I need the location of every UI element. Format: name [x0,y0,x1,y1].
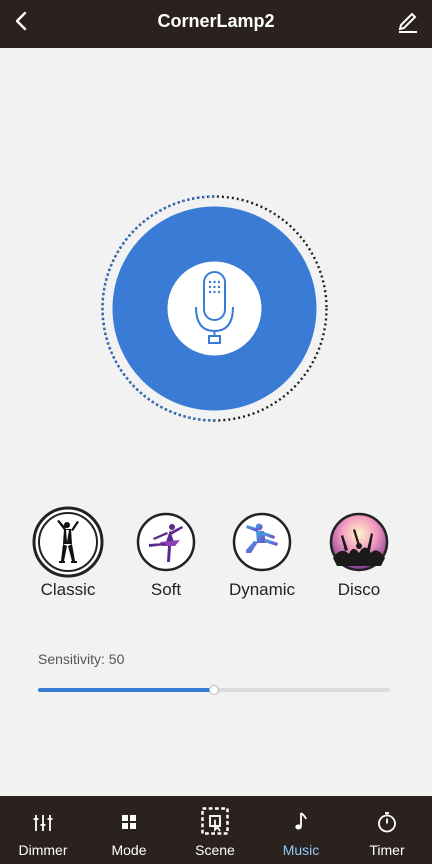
bottom-tab-bar: Dimmer Mode Scene Music Timer [0,796,432,864]
tab-timer-label: Timer [369,842,405,858]
page-title: CornerLamp2 [157,11,275,31]
grid-icon [122,815,136,829]
mode-soft-label: Soft [150,580,182,599]
slider-fill [38,688,214,692]
sensitivity-slider[interactable] [38,682,390,698]
mode-disco-label: Disco [337,580,381,599]
stopwatch-icon [378,812,396,833]
scene-select-icon [201,807,229,835]
mode-classic-label: Classic [40,580,96,599]
tab-music-label: Music [282,842,320,858]
sensitivity-label: Sensitivity: 50 [38,651,125,667]
mode-classic[interactable]: Classic [23,506,113,600]
music-mode-selector: Classic Soft Dynamic Disco [0,506,432,606]
ballerina-icon [136,512,196,572]
top-bar: CornerLamp2 [0,0,432,48]
dancer-classic-icon [32,506,104,578]
disco-crowd-icon [329,512,389,572]
tab-music[interactable]: Music [258,796,344,864]
mode-dynamic-label: Dynamic [228,580,296,599]
microphone-record-button[interactable] [100,194,329,423]
edit-button[interactable] [396,8,420,34]
tab-scene[interactable]: Scene [172,796,258,864]
tab-dimmer[interactable]: Dimmer [0,796,86,864]
mode-soft[interactable]: Soft [121,506,211,600]
mode-disco[interactable]: Disco [314,506,404,600]
tab-dimmer-label: Dimmer [18,842,68,858]
mode-dynamic[interactable]: Dynamic [217,506,307,600]
tab-mode[interactable]: Mode [86,796,172,864]
tab-timer[interactable]: Timer [344,796,430,864]
tab-scene-label: Scene [195,842,235,858]
slider-thumb[interactable] [209,685,219,695]
tab-mode-label: Mode [111,842,147,858]
sliders-icon [33,815,53,831]
jumping-dancer-icon [232,512,292,572]
music-note-icon [295,812,307,830]
edit-pencil-icon [398,12,417,33]
